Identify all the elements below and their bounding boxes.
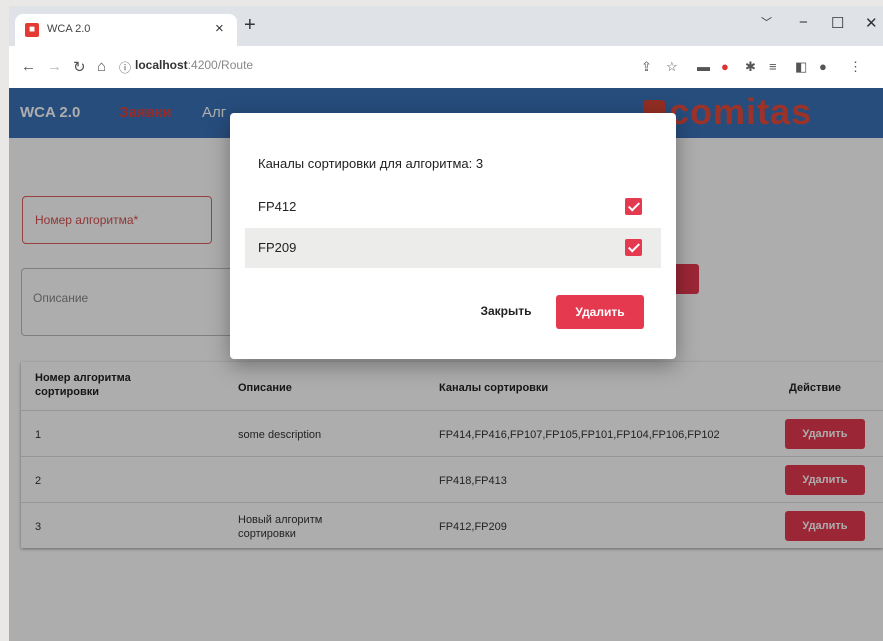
- new-tab-button[interactable]: +: [244, 15, 256, 35]
- close-button[interactable]: Закрыть: [467, 295, 545, 327]
- channel-checkbox[interactable]: [625, 239, 642, 256]
- extensions-puzzle-icon[interactable]: ✱: [745, 59, 756, 75]
- info-icon[interactable]: ⓘ: [119, 59, 131, 76]
- channel-label: FP412: [258, 199, 297, 214]
- address-bar: ← → ↻ ⌂ ⓘ localhost:4200/Route ⇪ ☆ ▬ ● ✱…: [9, 46, 883, 89]
- browser-tab[interactable]: ■ WCA 2.0 ×: [15, 14, 237, 46]
- home-icon[interactable]: ⌂: [97, 58, 106, 75]
- extension-icon[interactable]: ●: [721, 59, 729, 74]
- back-icon[interactable]: ←: [21, 58, 36, 75]
- side-panel-icon[interactable]: ◧: [795, 59, 807, 75]
- bookmark-star-icon[interactable]: ☆: [666, 59, 678, 75]
- extension-icon[interactable]: ▬: [697, 59, 710, 74]
- channel-checkbox[interactable]: [625, 198, 642, 215]
- tab-close-button[interactable]: ×: [215, 20, 224, 37]
- channel-label: FP209: [258, 240, 297, 255]
- share-icon[interactable]: ⇪: [641, 59, 652, 75]
- dialog-title: Каналы сортировки для алгоритма: 3: [258, 156, 484, 171]
- tab-search-button[interactable]: ﹀: [761, 14, 772, 30]
- url-path: :4200/Route: [187, 58, 254, 72]
- profile-icon[interactable]: ●: [819, 59, 827, 74]
- forward-icon[interactable]: →: [47, 58, 62, 75]
- channel-item[interactable]: FP412: [245, 187, 661, 227]
- browser-tabstrip: ■ WCA 2.0 × + ﹀ − ☐ ✕: [9, 6, 883, 46]
- delete-button[interactable]: Удалить: [556, 295, 644, 329]
- menu-icon[interactable]: ⋮: [849, 59, 862, 75]
- channels-dialog: Каналы сортировки для алгоритма: 3 FP412…: [230, 113, 676, 359]
- maximize-button[interactable]: ☐: [831, 14, 844, 32]
- channel-item[interactable]: FP209: [245, 228, 661, 268]
- minimize-button[interactable]: −: [799, 14, 808, 31]
- reload-icon[interactable]: ↻: [73, 58, 86, 76]
- app-favicon-icon: ■: [25, 23, 39, 37]
- url-field[interactable]: localhost:4200/Route: [135, 58, 253, 72]
- close-window-button[interactable]: ✕: [865, 14, 878, 32]
- tab-title: WCA 2.0: [47, 23, 91, 35]
- browser-window: ■ WCA 2.0 × + ﹀ − ☐ ✕ ← → ↻ ⌂ ⓘ localhos…: [9, 6, 883, 641]
- reading-list-icon[interactable]: ≡: [769, 59, 777, 74]
- url-host: localhost: [135, 58, 188, 72]
